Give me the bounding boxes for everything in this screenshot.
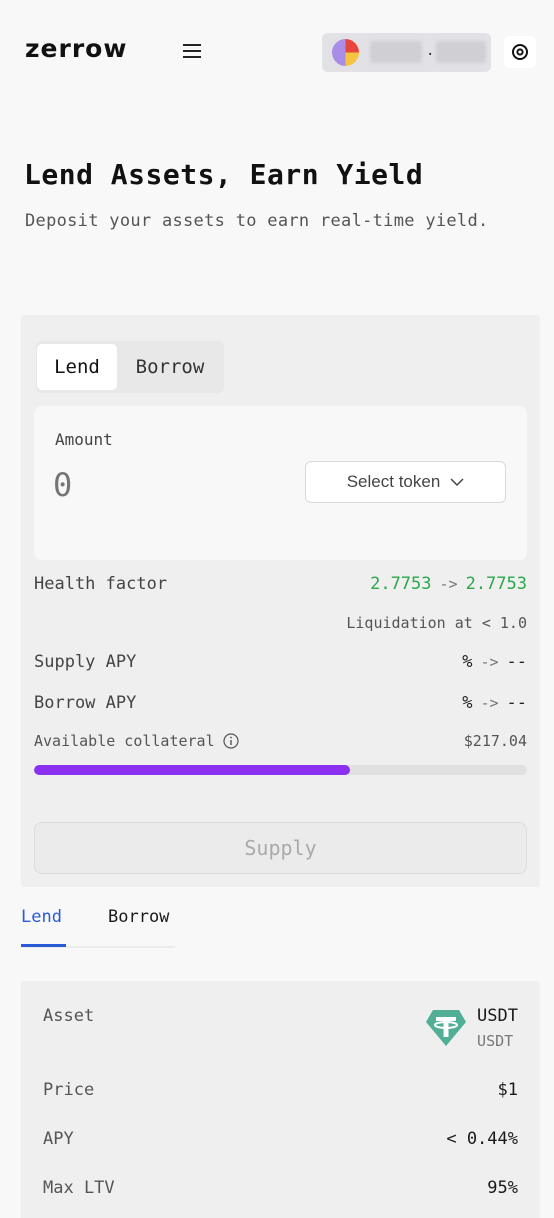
- page-title: Lend Assets, Earn Yield: [24, 158, 424, 191]
- borrow-apy-current: %: [462, 693, 473, 713]
- collateral-progress-fill: [34, 765, 350, 775]
- wallet-address-blurred-end: [436, 41, 486, 63]
- apy-label: APY: [43, 1129, 74, 1149]
- liquidation-row: Liquidation at < 1.0: [34, 614, 527, 632]
- settings-icon: [512, 44, 528, 60]
- available-collateral-label: Available collateral: [34, 732, 215, 750]
- apy-row: APY < 0.44%: [43, 1129, 518, 1149]
- amount-input[interactable]: [53, 466, 253, 504]
- select-token-button[interactable]: Select token: [305, 461, 506, 503]
- tab-lend[interactable]: Lend: [21, 907, 62, 927]
- lend-borrow-toggle: Lend Borrow: [36, 341, 224, 393]
- tab-borrow[interactable]: Borrow: [108, 907, 169, 927]
- available-collateral-value: $217.04: [463, 732, 527, 750]
- asset-info-card: Asset USDT USDT Price $1 APY < 0.44% Max…: [21, 981, 540, 1218]
- select-token-label: Select token: [346, 472, 441, 491]
- hamburger-menu-icon[interactable]: [183, 44, 201, 60]
- settings-button[interactable]: [504, 36, 536, 68]
- asset-symbol: USDT: [477, 1032, 514, 1050]
- logo[interactable]: zerrow: [25, 34, 127, 63]
- supply-apy-row: Supply APY % -> --: [34, 652, 527, 672]
- asset-row: Asset USDT USDT: [43, 1006, 518, 1050]
- borrow-apy-row: Borrow APY % -> --: [34, 693, 527, 713]
- borrow-apy-next: --: [506, 693, 527, 713]
- top-bar: zerrow .: [0, 0, 554, 104]
- toggle-borrow[interactable]: Borrow: [122, 344, 218, 390]
- wallet-button[interactable]: .: [322, 33, 491, 72]
- wallet-avatar: [332, 39, 359, 66]
- wallet-address-blurred: [370, 41, 422, 63]
- health-factor-arrow: ->: [439, 575, 458, 593]
- collateral-progress-bar: [34, 765, 527, 775]
- tether-icon: [426, 1010, 467, 1046]
- supply-apy-next: --: [506, 652, 527, 672]
- asset-name: USDT: [477, 1006, 518, 1026]
- supply-apy-arrow: ->: [480, 653, 499, 671]
- wallet-address-separator: .: [426, 43, 435, 59]
- asset-label: Asset: [43, 1006, 95, 1026]
- page-subtitle: Deposit your assets to earn real-time yi…: [25, 211, 489, 231]
- supply-button[interactable]: Supply: [34, 822, 527, 874]
- price-label: Price: [43, 1080, 95, 1100]
- active-tab-indicator: [21, 944, 66, 947]
- price-row: Price $1: [43, 1080, 518, 1100]
- max-ltv-row: Max LTV 95%: [43, 1178, 518, 1198]
- supply-apy-current: %: [462, 652, 473, 672]
- borrow-apy-label: Borrow APY: [34, 693, 137, 713]
- health-factor-current: 2.7753: [370, 574, 432, 594]
- lend-panel: Lend Borrow Amount Select token Health f…: [21, 315, 540, 887]
- market-tabs: Lend Borrow: [21, 904, 175, 948]
- liquidation-threshold: Liquidation at < 1.0: [346, 614, 527, 632]
- max-ltv-label: Max LTV: [43, 1178, 115, 1198]
- toggle-lend[interactable]: Lend: [37, 344, 117, 390]
- health-factor-label: Health factor: [34, 574, 168, 594]
- price-value: $1: [497, 1080, 518, 1100]
- health-factor-row: Health factor 2.7753 -> 2.7753: [34, 574, 527, 594]
- amount-label: Amount: [55, 430, 113, 449]
- info-icon[interactable]: [223, 733, 239, 749]
- max-ltv-value: 95%: [487, 1178, 518, 1198]
- supply-apy-label: Supply APY: [34, 652, 137, 672]
- health-factor-next: 2.7753: [465, 574, 527, 594]
- apy-value: < 0.44%: [446, 1129, 518, 1149]
- chevron-down-icon: [450, 478, 464, 487]
- amount-box: Amount Select token: [34, 406, 527, 560]
- borrow-apy-arrow: ->: [480, 694, 499, 712]
- available-collateral-row: Available collateral $217.04: [34, 732, 527, 750]
